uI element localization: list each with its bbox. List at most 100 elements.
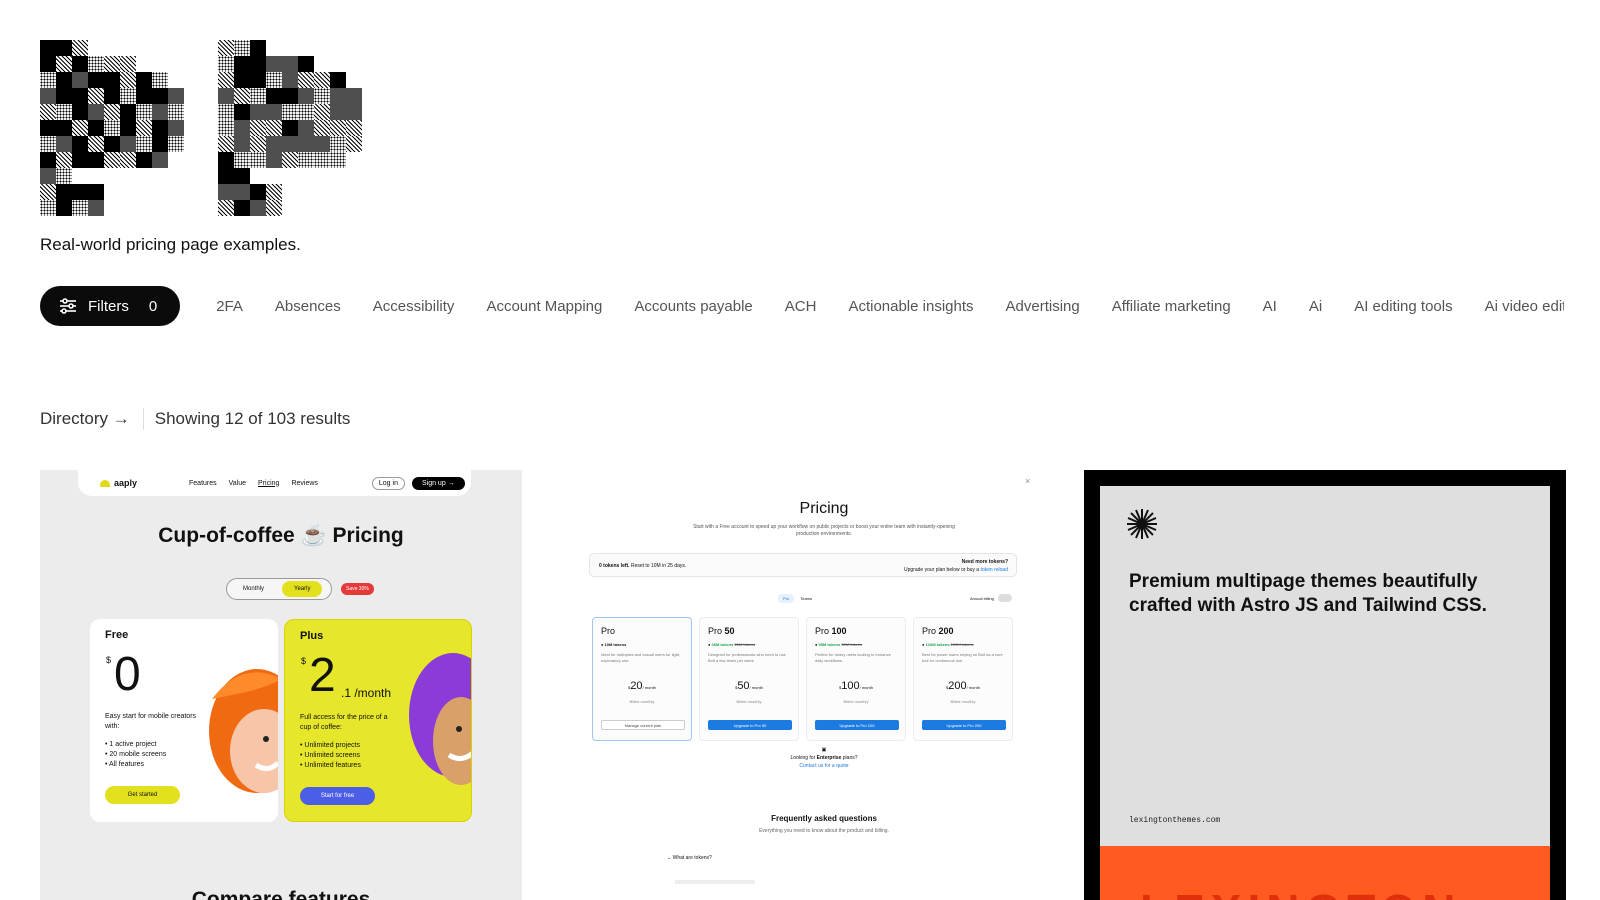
- plan-description: Designed for professionals who need to u…: [708, 652, 786, 663]
- plan-tokens: 26M tokens: [711, 642, 734, 647]
- faq-title: Frequently asked questions: [771, 814, 877, 823]
- faq-question-text: What are tokens?: [672, 855, 712, 861]
- aaply-nav-link: Reviews: [291, 479, 318, 487]
- feature-item: Unlimited projects: [300, 741, 361, 751]
- plan-tier: 200: [938, 626, 954, 636]
- plan-card-plus: Plus $ 2 .1 /month Full access for the p…: [284, 619, 472, 822]
- seg-pro: Pro: [778, 594, 795, 603]
- tokens-reset: Reset to 10M in 25 days.: [630, 563, 687, 569]
- filters-label: Filters: [88, 297, 129, 315]
- tag-chip[interactable]: Advertising: [990, 298, 1096, 315]
- tag-chip[interactable]: Affiliate marketing: [1096, 298, 1247, 315]
- filters-count: 0: [148, 297, 158, 315]
- feature-item: All features: [105, 760, 166, 770]
- billed-label: Billed monthly: [736, 699, 762, 704]
- tag-chip[interactable]: 2FA: [200, 298, 259, 315]
- bolt-pricing-title: Pricing: [799, 500, 849, 517]
- plan-features: 1 active project 20 mobile screens All f…: [105, 740, 166, 770]
- aaply-nav-link: Pricing: [258, 479, 280, 487]
- annual-billing: Annual billing: [970, 594, 1012, 602]
- aaply-nav-link: Features: [189, 479, 217, 487]
- get-started-button: Get started: [105, 786, 180, 804]
- enterprise-prefix: Looking for: [790, 755, 816, 761]
- logo-letter-p: [40, 40, 200, 216]
- lexington-hero: Premium multipage themes beautifully cra…: [1100, 486, 1550, 846]
- plan-description: Perfect for heavy users looking to enhan…: [815, 652, 891, 663]
- tag-chip[interactable]: ACH: [769, 298, 833, 315]
- compare-heading: Compare features: [191, 888, 371, 900]
- tokens-left: 0 tokens left.: [599, 563, 630, 569]
- avatar-illustration: [409, 653, 471, 785]
- plan-tier: 100: [831, 626, 847, 636]
- plan-old-tokens: 26M tokens: [734, 642, 756, 647]
- tag-chip[interactable]: Ai: [1293, 298, 1338, 315]
- aaply-login-button: Log in: [371, 476, 405, 490]
- faq-subtitle: Everything you need to know about the pr…: [759, 828, 889, 834]
- tag-chip[interactable]: Absences: [259, 298, 357, 315]
- plan-period: .1 /month: [341, 686, 392, 700]
- seg-teams: Teams: [800, 596, 813, 601]
- site-logo[interactable]: [40, 40, 378, 216]
- aaply-nav-link: Value: [228, 479, 247, 487]
- plan-currency: $: [301, 656, 307, 666]
- start-free-button: Start for free: [300, 787, 375, 805]
- per-month: / month: [859, 685, 873, 690]
- aaply-signup-button: Sign up →: [411, 476, 465, 490]
- enterprise-bold: Enterprise: [816, 755, 842, 761]
- bolt-plan-card: Pro 200 ● 120M tokens 100M tokens Best f…: [913, 617, 1013, 741]
- example-card-lexington[interactable]: Premium multipage themes beautifully cra…: [1084, 470, 1566, 900]
- lexington-banner: LEXINGTON: [1100, 846, 1550, 900]
- avatar-illustration: [209, 669, 278, 793]
- plan-amount: 2: [309, 649, 336, 702]
- sliders-icon: [60, 298, 76, 314]
- plan-name: Pro: [815, 626, 830, 636]
- feature-item: 20 mobile screens: [105, 750, 166, 760]
- plan-name: Pro: [601, 626, 616, 636]
- plan-tier: 50: [724, 626, 735, 636]
- aaply-navbar: aaply Features Value Pricing Reviews Log…: [78, 470, 471, 496]
- upgrade-button: Upgrade to Pro 200: [922, 720, 1006, 730]
- lexington-url: lexingtonthemes.com: [1129, 816, 1221, 825]
- tag-chip[interactable]: AI editing tools: [1338, 298, 1468, 315]
- tag-chip[interactable]: AI: [1247, 298, 1293, 315]
- results-count: Showing 12 of 103 results: [154, 409, 351, 428]
- tag-chip[interactable]: Accounts payable: [618, 298, 768, 315]
- plan-description: Ideal for hobbyists and casual users for…: [601, 652, 681, 663]
- faq-question: ⌄ What are tokens?: [667, 855, 712, 861]
- logo-letter-p: [218, 40, 378, 216]
- annual-label: Annual billing: [970, 595, 994, 601]
- plan-price: 200: [948, 680, 967, 692]
- results-bar: Directory → Showing 12 of 103 results: [40, 408, 350, 430]
- tag-bar: Filters 0 2FA Absences Accessibility Acc…: [40, 286, 1564, 326]
- manage-plan-button: Manage current plan: [601, 720, 685, 730]
- bolt-plan-card: Pro 100 ● 55M tokens 50M tokens Perfect …: [806, 617, 906, 741]
- contact-link: Contact us for a quote: [799, 763, 849, 769]
- tag-chip[interactable]: Account Mapping: [470, 298, 618, 315]
- close-icon: ×: [1025, 476, 1031, 486]
- plan-name: Pro: [922, 626, 937, 636]
- toggle-monthly: Monthly: [243, 586, 265, 592]
- directory-link[interactable]: Directory →: [40, 409, 130, 429]
- aaply-mark-icon: [100, 479, 110, 487]
- aaply-title: Cup-of-coffee ☕ Pricing: [158, 524, 404, 547]
- billed-label: Billed monthly: [950, 699, 976, 704]
- per-month: / month: [966, 685, 980, 690]
- plan-description: Full access for the price of a cup of co…: [300, 714, 388, 731]
- example-card-bolt[interactable]: × Pricing Start with a Free account to s…: [583, 470, 1065, 900]
- plan-price: 50: [737, 680, 750, 692]
- lexington-wordmark: LEXINGTON: [1140, 884, 1462, 900]
- upgrade-text: Upgrade your plan below or buy a: [904, 567, 980, 573]
- starburst-icon: [1127, 509, 1157, 539]
- tag-chip[interactable]: Ai video editing: [1469, 298, 1564, 315]
- plan-card-free: Free $ 0 Easy start for mobile creators …: [90, 619, 278, 822]
- example-card-aaply[interactable]: aaply Features Value Pricing Reviews Log…: [40, 470, 522, 900]
- tag-chip[interactable]: Actionable insights: [832, 298, 989, 315]
- feature-item: 1 active project: [105, 740, 166, 750]
- enterprise-note: ▣ Looking for Enterprise plans? Contact …: [583, 746, 1065, 770]
- lexington-headline: Premium multipage themes beautifully cra…: [1129, 571, 1487, 616]
- tag-chip[interactable]: Accessibility: [357, 298, 471, 315]
- billed-label: Billed monthly: [843, 699, 869, 704]
- filters-button[interactable]: Filters 0: [40, 286, 181, 326]
- aaply-brand-name: aaply: [114, 478, 138, 488]
- plan-segment: Pro Teams: [778, 594, 812, 603]
